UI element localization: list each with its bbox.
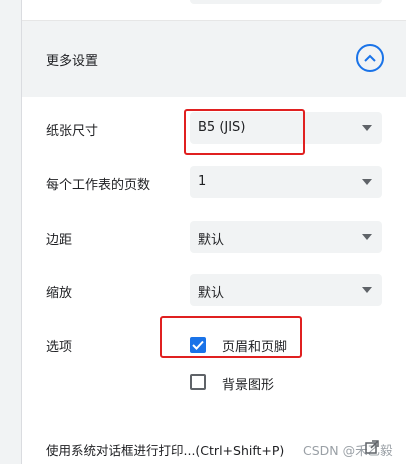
pages-per-sheet-label: 每个工作表的页数 (46, 178, 151, 193)
paper-size-label: 纸张尺寸 (46, 124, 99, 139)
scale-select[interactable]: 默认 (190, 274, 382, 306)
left-panel-edge (0, 0, 22, 464)
margins-value: 默认 (198, 233, 225, 248)
dropdown-arrow-icon (362, 125, 372, 131)
previous-select-field[interactable] (190, 0, 382, 4)
dropdown-arrow-icon (362, 287, 372, 293)
dropdown-arrow-icon (362, 179, 372, 185)
open-in-new-icon[interactable] (365, 440, 379, 454)
highlight-box-headers-footers (160, 316, 302, 358)
pages-per-sheet-value: 1 (198, 174, 207, 189)
background-graphics-label[interactable]: 背景图形 (222, 374, 274, 393)
more-settings-header[interactable]: 更多设置 (22, 20, 406, 97)
pages-per-sheet-select[interactable]: 1 (190, 166, 382, 198)
background-graphics-checkbox[interactable] (190, 374, 206, 390)
watermark-text: CSDN @禾乙毅 (303, 443, 393, 458)
chevron-up-icon[interactable] (356, 44, 384, 72)
options-label: 选项 (46, 340, 73, 355)
highlight-box-paper-size (184, 109, 305, 155)
system-dialog-link[interactable]: 使用系统对话框进行打印...(Ctrl+Shift+P) (46, 440, 284, 459)
scale-value: 默认 (198, 286, 225, 301)
scale-label: 缩放 (46, 286, 73, 301)
margins-select[interactable]: 默认 (190, 221, 382, 253)
dropdown-arrow-icon (362, 234, 372, 240)
margins-label: 边距 (46, 233, 73, 248)
more-settings-label: 更多设置 (46, 54, 99, 69)
